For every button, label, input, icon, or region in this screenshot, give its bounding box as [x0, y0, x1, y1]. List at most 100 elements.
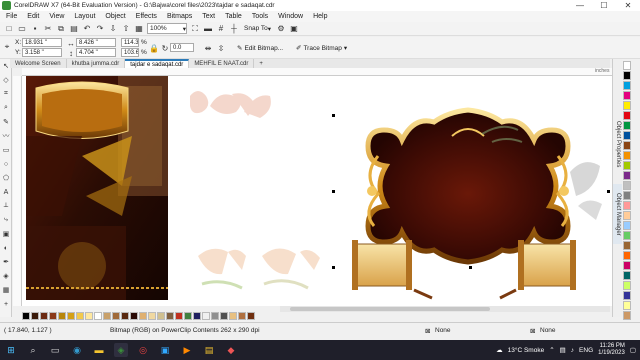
- smart-fill-tool-icon[interactable]: ▦: [0, 283, 12, 297]
- document-palette-swatch[interactable]: [193, 311, 201, 320]
- horizontal-ruler[interactable]: [22, 68, 612, 76]
- document-palette-swatch[interactable]: [211, 311, 219, 320]
- palette-swatch[interactable]: [623, 291, 631, 300]
- document-palette-swatch[interactable]: [76, 311, 84, 320]
- fill-swatch-icon[interactable]: ⊠: [425, 327, 430, 335]
- tray-expand-icon[interactable]: ⌃: [549, 346, 554, 354]
- connector-tool-icon[interactable]: ⤷: [0, 213, 12, 227]
- guidelines-icon[interactable]: ┼: [229, 24, 239, 34]
- language-indicator[interactable]: ENG: [579, 347, 593, 354]
- document-palette-swatch[interactable]: [175, 311, 183, 320]
- grid-icon[interactable]: #: [216, 24, 226, 34]
- windows-start-icon[interactable]: ⊞: [4, 343, 18, 357]
- cut-icon[interactable]: ✂: [43, 24, 53, 34]
- publish-pdf-icon[interactable]: ▦: [134, 24, 144, 34]
- chrome-icon[interactable]: ◎: [136, 343, 150, 357]
- rulers-icon[interactable]: ▬: [203, 24, 213, 34]
- undo-icon[interactable]: ↶: [82, 24, 92, 34]
- new-tab-button[interactable]: +: [254, 59, 268, 68]
- palette-swatch[interactable]: [623, 261, 631, 270]
- snap-to-dropdown[interactable]: Snap To ▾: [242, 23, 273, 34]
- faded-calligraphy-bottom[interactable]: [198, 248, 320, 290]
- network-icon[interactable]: ▤: [560, 346, 566, 354]
- document-palette-swatch[interactable]: [103, 311, 111, 320]
- palette-swatch[interactable]: [623, 231, 631, 240]
- palette-swatch[interactable]: [623, 161, 631, 170]
- mirror-vertical-icon[interactable]: ⇳: [216, 43, 226, 53]
- tab-khutba-jumma[interactable]: khutba jumma.cdr: [67, 59, 126, 68]
- menu-edit[interactable]: Edit: [27, 13, 39, 20]
- palette-swatch[interactable]: [623, 141, 631, 150]
- document-palette-swatch[interactable]: [202, 311, 210, 320]
- document-palette-swatch[interactable]: [49, 311, 57, 320]
- document-palette-swatch[interactable]: [220, 311, 228, 320]
- left-poster-bitmap[interactable]: [26, 76, 168, 300]
- palette-swatch[interactable]: [623, 81, 631, 90]
- palette-swatch[interactable]: [623, 191, 631, 200]
- document-palette-swatch[interactable]: [58, 311, 66, 320]
- rectangle-tool-icon[interactable]: ▭: [0, 143, 12, 157]
- coreldraw-taskbar-icon[interactable]: ◈: [114, 343, 128, 357]
- new-document-icon[interactable]: □: [4, 24, 14, 34]
- crop-tool-icon[interactable]: ⌗: [0, 87, 12, 101]
- application-launcher-icon[interactable]: ▣: [289, 24, 299, 34]
- width-input[interactable]: 8.426 ": [76, 38, 116, 47]
- drawing-canvas[interactable]: [22, 76, 612, 306]
- document-palette-swatch[interactable]: [238, 311, 246, 320]
- palette-swatch[interactable]: [623, 301, 631, 310]
- close-button[interactable]: ✕: [616, 0, 640, 11]
- document-palette-swatch[interactable]: [229, 311, 237, 320]
- document-palette-swatch[interactable]: [94, 311, 102, 320]
- menu-layout[interactable]: Layout: [74, 13, 95, 20]
- zoom-level-select[interactable]: 100% ▾: [147, 23, 187, 34]
- document-palette-swatch[interactable]: [247, 311, 255, 320]
- document-palette-swatch[interactable]: [166, 311, 174, 320]
- add-tool-icon[interactable]: +: [0, 297, 12, 311]
- menu-bitmaps[interactable]: Bitmaps: [167, 13, 192, 20]
- menu-table[interactable]: Table: [225, 13, 242, 20]
- polygon-tool-icon[interactable]: ⬠: [0, 171, 12, 185]
- drop-shadow-tool-icon[interactable]: ▣: [0, 227, 12, 241]
- shape-tool-icon[interactable]: ◇: [0, 73, 12, 87]
- menu-view[interactable]: View: [49, 13, 64, 20]
- text-tool-icon[interactable]: A: [0, 185, 12, 199]
- palette-swatch[interactable]: [623, 151, 631, 160]
- minimize-button[interactable]: —: [568, 0, 592, 11]
- document-palette-swatch[interactable]: [148, 311, 156, 320]
- maximize-button[interactable]: ☐: [592, 0, 616, 11]
- photoshop-icon[interactable]: ▣: [158, 343, 172, 357]
- edit-bitmap-button[interactable]: ✎ Edit Bitmap...: [237, 42, 283, 54]
- rotation-angle-input[interactable]: 0.0: [170, 43, 194, 52]
- edge-browser-icon[interactable]: ◉: [70, 343, 84, 357]
- document-palette-swatch[interactable]: [31, 311, 39, 320]
- menu-help[interactable]: Help: [313, 13, 327, 20]
- palette-swatch[interactable]: [623, 101, 631, 110]
- artistic-media-tool-icon[interactable]: 〰: [0, 129, 12, 143]
- menu-tools[interactable]: Tools: [252, 13, 268, 20]
- palette-swatch[interactable]: [623, 91, 631, 100]
- palette-swatch[interactable]: [623, 61, 631, 70]
- scale-width-input[interactable]: 114.3: [121, 38, 139, 47]
- document-palette-swatch[interactable]: [112, 311, 120, 320]
- palette-swatch[interactable]: [623, 131, 631, 140]
- menu-window[interactable]: Window: [278, 13, 303, 20]
- mirror-horizontal-icon[interactable]: ⇹: [203, 43, 213, 53]
- y-position-input[interactable]: 3.158 ": [22, 48, 62, 57]
- vertical-ruler[interactable]: [13, 76, 22, 306]
- tab-welcome-screen[interactable]: Welcome Screen: [10, 59, 67, 68]
- interactive-fill-tool-icon[interactable]: ◈: [0, 269, 12, 283]
- trace-bitmap-button[interactable]: ✐ Trace Bitmap ▾: [296, 42, 347, 54]
- copy-icon[interactable]: ⧉: [56, 24, 66, 34]
- document-palette-swatch[interactable]: [22, 311, 30, 320]
- options-gear-icon[interactable]: ⚙: [276, 24, 286, 34]
- fullscreen-preview-icon[interactable]: ⛶: [190, 24, 200, 34]
- open-folder-icon[interactable]: ▭: [17, 24, 27, 34]
- palette-swatch[interactable]: [623, 121, 631, 130]
- document-palette-swatch[interactable]: [184, 311, 192, 320]
- weather-status[interactable]: 13°C Smoke: [508, 347, 545, 354]
- app-icon[interactable]: ◆: [224, 343, 238, 357]
- palette-swatch[interactable]: [623, 201, 631, 210]
- menu-file[interactable]: File: [6, 13, 17, 20]
- palette-swatch[interactable]: [623, 211, 631, 220]
- document-palette-swatch[interactable]: [130, 311, 138, 320]
